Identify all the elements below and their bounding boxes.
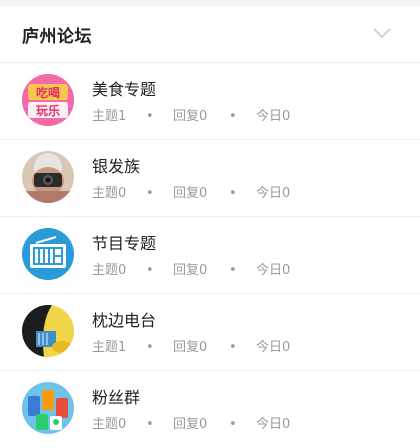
today-count: 今日0 xyxy=(256,340,291,355)
forum-item-fans[interactable]: 粉丝群 主题0 • 回复0 • 今日0 xyxy=(0,371,420,448)
topic-count: 主题1 xyxy=(92,109,127,124)
reply-count: 回复0 xyxy=(173,417,208,432)
reply-count: 回复0 xyxy=(173,109,208,124)
separator-dot: • xyxy=(146,417,154,432)
radio-icon xyxy=(22,228,74,280)
reply-count: 回复0 xyxy=(173,186,208,201)
topic-count: 主题0 xyxy=(92,186,127,201)
topic-count: 主题1 xyxy=(92,340,127,355)
bedside-radio-avatar xyxy=(22,305,74,357)
section-header[interactable]: 庐州论坛 xyxy=(0,6,420,63)
forum-name: 粉丝群 xyxy=(92,388,141,407)
forum-list: 吃喝 玩乐 美食专题 主题1 • 回复0 • 今日0 银发族 主题0 • 回复0 • 今日0 xyxy=(0,63,420,448)
section-title: 庐州论坛 xyxy=(22,27,92,47)
forum-name: 枕边电台 xyxy=(92,311,157,330)
separator-dot: • xyxy=(146,186,154,201)
forum-stats: 主题0 • 回复0 • 今日0 xyxy=(92,182,290,201)
separator-dot: • xyxy=(146,109,154,124)
forum-name: 银发族 xyxy=(92,157,141,176)
forum-stats: 主题1 • 回复0 • 今日0 xyxy=(92,105,290,124)
separator-dot: • xyxy=(146,263,154,278)
forum-item-food[interactable]: 吃喝 玩乐 美食专题 主题1 • 回复0 • 今日0 xyxy=(0,63,420,140)
separator-dot: • xyxy=(229,109,237,124)
forum-stats: 主题1 • 回复0 • 今日0 xyxy=(92,336,290,355)
food-avatar: 吃喝 玩乐 xyxy=(22,74,74,126)
topic-count: 主题0 xyxy=(92,417,127,432)
forum-stats: 主题0 • 回复0 • 今日0 xyxy=(92,413,290,432)
forum-item-bedside-radio[interactable]: 枕边电台 主题1 • 回复0 • 今日0 xyxy=(0,294,420,371)
food-avatar-text-2: 玩乐 xyxy=(36,103,60,118)
fans-group-avatar xyxy=(22,382,74,434)
elderly-camera-avatar xyxy=(22,151,74,203)
topic-count: 主题0 xyxy=(92,263,127,278)
forum-name: 美食专题 xyxy=(92,80,157,99)
separator-dot: • xyxy=(229,186,237,201)
reply-count: 回复0 xyxy=(173,263,208,278)
separator-dot: • xyxy=(229,263,237,278)
reply-count: 回复0 xyxy=(173,340,208,355)
chevron-down-icon[interactable] xyxy=(372,26,392,40)
forum-item-elderly[interactable]: 银发族 主题0 • 回复0 • 今日0 xyxy=(0,140,420,217)
today-count: 今日0 xyxy=(256,417,291,432)
today-count: 今日0 xyxy=(256,263,291,278)
separator-dot: • xyxy=(229,340,237,355)
today-count: 今日0 xyxy=(256,186,291,201)
separator-dot: • xyxy=(146,340,154,355)
forum-item-programs[interactable]: 节目专题 主题0 • 回复0 • 今日0 xyxy=(0,217,420,294)
forum-stats: 主题0 • 回复0 • 今日0 xyxy=(92,259,290,278)
today-count: 今日0 xyxy=(256,109,291,124)
forum-name: 节目专题 xyxy=(92,234,157,253)
separator-dot: • xyxy=(229,417,237,432)
food-avatar-text-1: 吃喝 xyxy=(36,85,60,100)
